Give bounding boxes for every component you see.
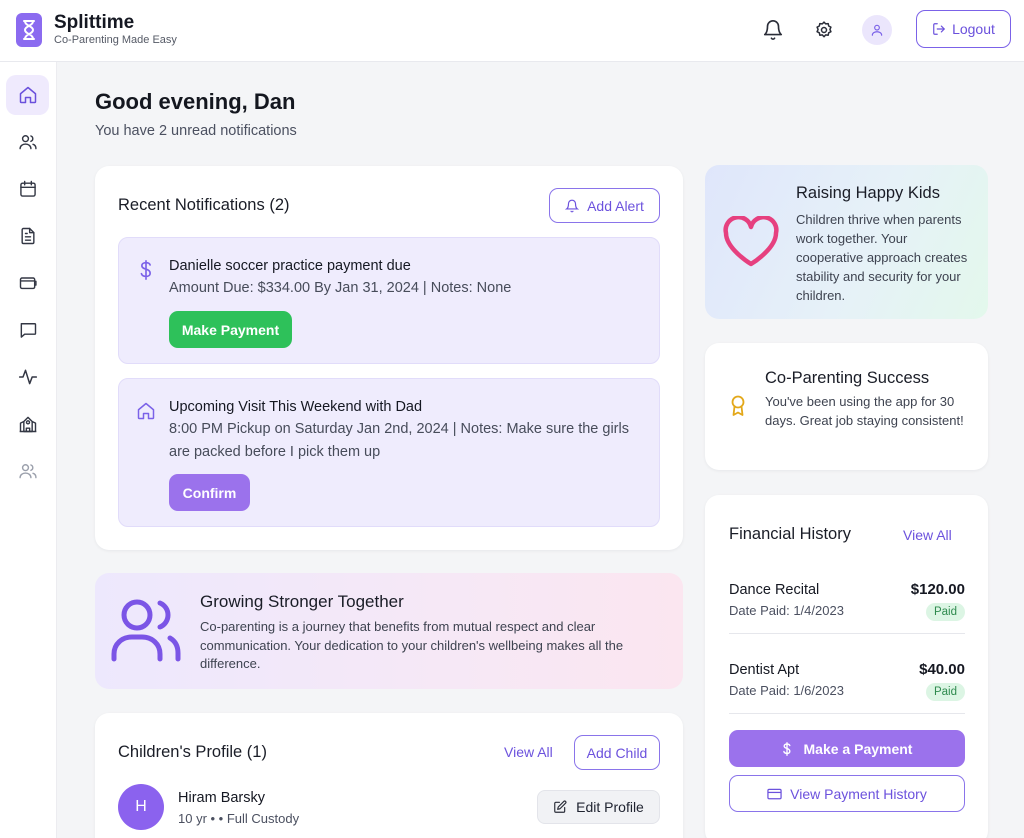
credit-card-icon — [767, 788, 782, 799]
sidebar-item-contacts[interactable] — [6, 122, 49, 162]
success-title: Co-Parenting Success — [765, 369, 930, 387]
growing-title: Growing Stronger Together — [200, 592, 404, 611]
users-icon — [18, 135, 37, 150]
status-badge: Paid — [925, 603, 965, 621]
happy-kids-body: Children thrive when parents work togeth… — [796, 212, 968, 303]
sidebar — [0, 62, 57, 838]
school-icon — [19, 416, 36, 433]
notification-title: Upcoming Visit This Weekend with Dad — [169, 399, 423, 415]
dollar-icon — [782, 741, 791, 756]
activity-icon — [18, 369, 37, 385]
add-child-button[interactable]: Add Child — [574, 735, 660, 770]
payment-amount: $120.00 — [910, 581, 965, 598]
child-details: 10 yr • • Full Custody — [178, 811, 300, 826]
greeting-subtitle: You have 2 unread notifications — [95, 123, 297, 139]
heart-icon — [723, 216, 779, 267]
sidebar-item-family[interactable] — [6, 451, 49, 491]
logout-button[interactable]: Logout — [916, 10, 1011, 48]
notification-item[interactable]: Danielle soccer practice payment due Amo… — [118, 237, 660, 364]
sidebar-item-home[interactable] — [6, 75, 49, 115]
dollar-icon — [140, 260, 151, 280]
notification-item[interactable]: Upcoming Visit This Weekend with Dad 8:0… — [118, 378, 660, 527]
payment-amount: $40.00 — [919, 661, 965, 678]
award-icon — [731, 395, 745, 416]
child-name: Hiram Barsky — [178, 790, 266, 806]
divider — [729, 713, 965, 714]
edit-profile-button[interactable]: Edit Profile — [537, 790, 660, 824]
divider — [729, 633, 965, 634]
gear-icon[interactable] — [809, 15, 839, 45]
logout-icon — [933, 23, 945, 35]
bell-icon[interactable] — [758, 15, 788, 45]
notification-body: Amount Due: $334.00 By Jan 31, 2024 | No… — [169, 280, 512, 296]
status-badge: Paid — [925, 683, 965, 701]
children-profile-card: Children's Profile (1) View All Add Chil… — [95, 713, 683, 838]
sidebar-item-payments[interactable] — [6, 263, 49, 303]
edit-profile-label: Edit Profile — [576, 799, 644, 815]
bell-icon — [565, 199, 580, 212]
sidebar-item-activity[interactable] — [6, 357, 49, 397]
payment-date: Date Paid: 1/6/2023 — [729, 683, 844, 698]
user-avatar-icon[interactable] — [862, 15, 892, 45]
view-payment-history-button[interactable]: View Payment History — [729, 775, 965, 812]
payment-title: Dentist Apt — [729, 662, 800, 678]
growing-together-banner: Growing Stronger Together Co-parenting i… — [95, 573, 683, 689]
sidebar-item-documents[interactable] — [6, 216, 49, 256]
sidebar-item-schools[interactable] — [6, 404, 49, 444]
make-a-payment-label: Make a Payment — [803, 740, 913, 757]
success-body: You've been using the app for 30 days. G… — [765, 394, 964, 428]
calendar-icon — [19, 180, 36, 197]
payment-date: Date Paid: 1/4/2023 — [729, 603, 844, 618]
happy-kids-card: Raising Happy Kids Children thrive when … — [705, 165, 988, 319]
users-icon — [111, 599, 181, 662]
logout-label: Logout — [952, 21, 995, 37]
home-icon — [19, 86, 36, 104]
brand-tagline: Co-Parenting Made Easy — [54, 34, 177, 46]
logo-hourglass-icon[interactable] — [16, 13, 42, 47]
users-icon — [18, 464, 37, 479]
document-icon — [20, 227, 35, 245]
edit-icon — [554, 800, 567, 813]
financial-view-all-link[interactable]: View All — [903, 527, 952, 543]
wallet-icon — [19, 277, 37, 290]
financial-history-card: Financial History View All Dance Recital… — [705, 495, 988, 838]
page-title: Good evening, Dan — [95, 89, 296, 114]
financial-title: Financial History — [729, 525, 851, 543]
growing-body: Co-parenting is a journey that benefits … — [200, 619, 624, 671]
brand-name: Splittime — [54, 12, 135, 33]
success-card: Co-Parenting Success You've been using t… — [705, 343, 988, 470]
home-icon — [137, 402, 155, 420]
add-alert-button[interactable]: Add Alert — [549, 188, 660, 223]
children-view-all-link[interactable]: View All — [504, 744, 553, 760]
happy-kids-title: Raising Happy Kids — [796, 184, 940, 202]
top-bar: Splittime Co-Parenting Made Easy Logout — [0, 0, 1024, 62]
avatar[interactable]: H — [118, 784, 164, 830]
sidebar-item-calendar[interactable] — [6, 169, 49, 209]
notification-body: 8:00 PM Pickup on Saturday Jan 2nd, 2024… — [169, 421, 629, 460]
payment-title: Dance Recital — [729, 582, 820, 598]
confirm-button[interactable]: Confirm — [169, 474, 250, 511]
make-a-payment-button[interactable]: Make a Payment — [729, 730, 965, 767]
message-icon — [20, 323, 36, 338]
add-alert-label: Add Alert — [587, 197, 644, 214]
children-title: Children's Profile (1) — [118, 743, 267, 761]
notifications-title: Recent Notifications (2) — [118, 196, 290, 214]
view-payment-history-label: View Payment History — [790, 785, 927, 802]
make-payment-button[interactable]: Make Payment — [169, 311, 292, 348]
notification-title: Danielle soccer practice payment due — [169, 258, 411, 274]
sidebar-item-messages[interactable] — [6, 310, 49, 350]
